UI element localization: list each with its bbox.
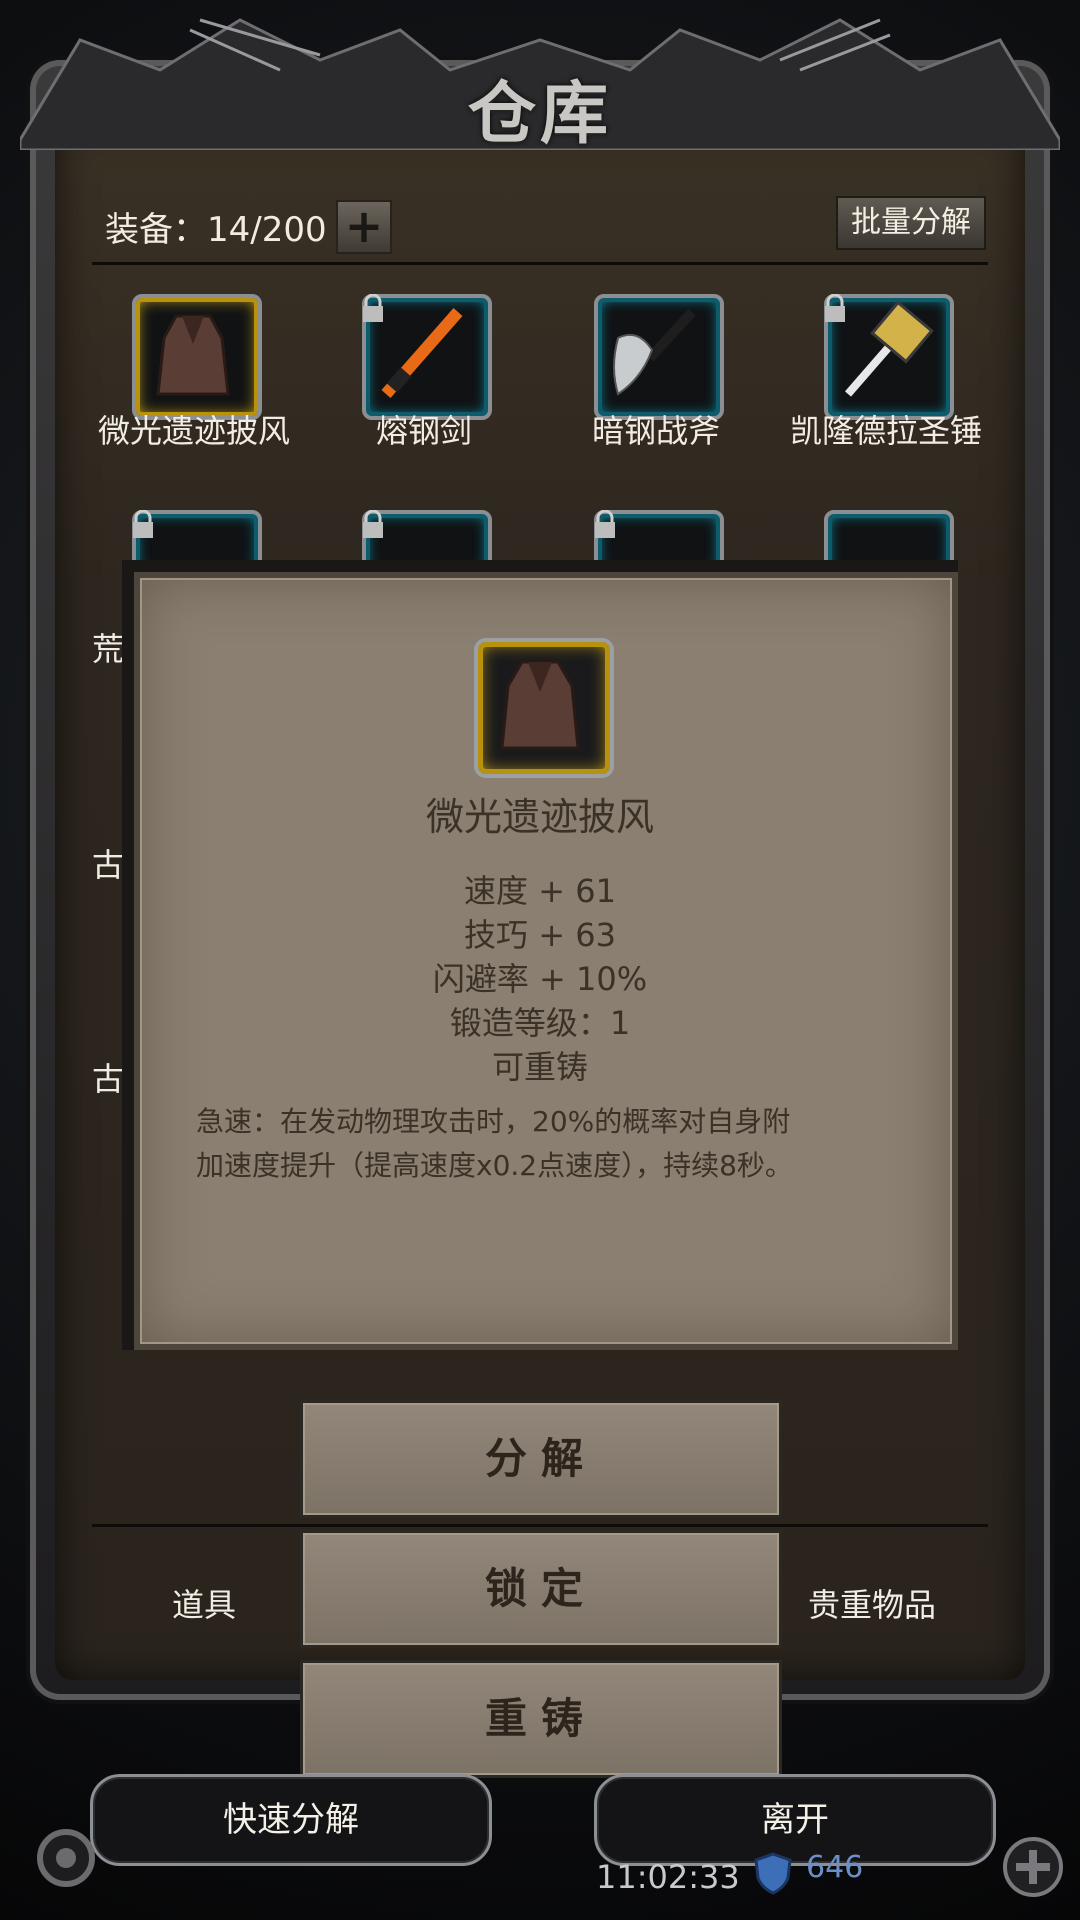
header-divider [92, 262, 988, 265]
lock-icon [595, 510, 615, 538]
cloak-icon [156, 314, 230, 396]
gear-icon[interactable] [30, 1822, 102, 1894]
tooltip-description: 急速：在发动物理攻击时，20%的概率对自身附 加速度提升（提高速度x0.2点速度… [196, 1100, 896, 1188]
item-label: 暗钢战斧 [591, 412, 720, 450]
quick-decompose-button[interactable]: 快速分解 [90, 1774, 492, 1866]
tab-items[interactable]: 道具 [172, 1580, 236, 1626]
page-title: 仓库 [467, 74, 612, 154]
lock-icon [825, 294, 845, 322]
tabs-divider [92, 1524, 988, 1527]
lock-button[interactable]: 锁定 [300, 1530, 782, 1648]
clock: 11:02:33 [596, 1858, 740, 1896]
plus-icon[interactable] [1000, 1834, 1066, 1900]
tooltip-stat: 速度 + 61 [464, 872, 616, 910]
tooltip-stat: 可重铸 [491, 1048, 588, 1086]
lock-icon [133, 510, 153, 538]
tab-valuables[interactable]: 贵重物品 [808, 1580, 936, 1626]
tooltip-item-name: 微光遗迹披风 [425, 795, 654, 839]
gem-count: 646 [806, 1850, 864, 1885]
lock-icon [363, 510, 383, 538]
axe-icon [613, 308, 696, 396]
item-slot-cloak[interactable] [132, 294, 262, 420]
item-label: 凯隆德拉圣锤 [789, 412, 982, 450]
tooltip-item-slot [474, 638, 614, 778]
tooltip-stat: 闪避率 + 10% [432, 960, 648, 998]
decompose-button[interactable]: 分解 [300, 1400, 782, 1518]
capacity-counter: 装备：14/200 [105, 210, 327, 250]
item-label: 熔钢剑 [375, 412, 472, 450]
shield-icon [754, 1852, 792, 1895]
batch-decompose-button[interactable]: 批量分解 [836, 196, 986, 250]
item-label: 微光遗迹披风 [97, 412, 290, 450]
item-label-partial: 古 [92, 1060, 125, 1098]
tooltip-stat: 锻造等级：1 [449, 1004, 631, 1042]
item-slot-axe[interactable] [594, 294, 724, 420]
reforge-button[interactable]: 重铸 [300, 1660, 782, 1778]
lock-icon [363, 294, 383, 322]
item-label-partial: 荒 [92, 630, 125, 668]
tooltip-description-line: 急速：在发动物理攻击时，20%的概率对自身附 [196, 1105, 791, 1138]
expand-capacity-button[interactable]: + [336, 200, 392, 254]
tooltip-stat: 技巧 + 63 [464, 916, 616, 954]
item-label-partial: 古 [92, 846, 125, 884]
tooltip-description-line: 加速度提升（提高速度x0.2点速度），持续8秒。 [196, 1149, 793, 1182]
cloak-icon [500, 660, 580, 750]
